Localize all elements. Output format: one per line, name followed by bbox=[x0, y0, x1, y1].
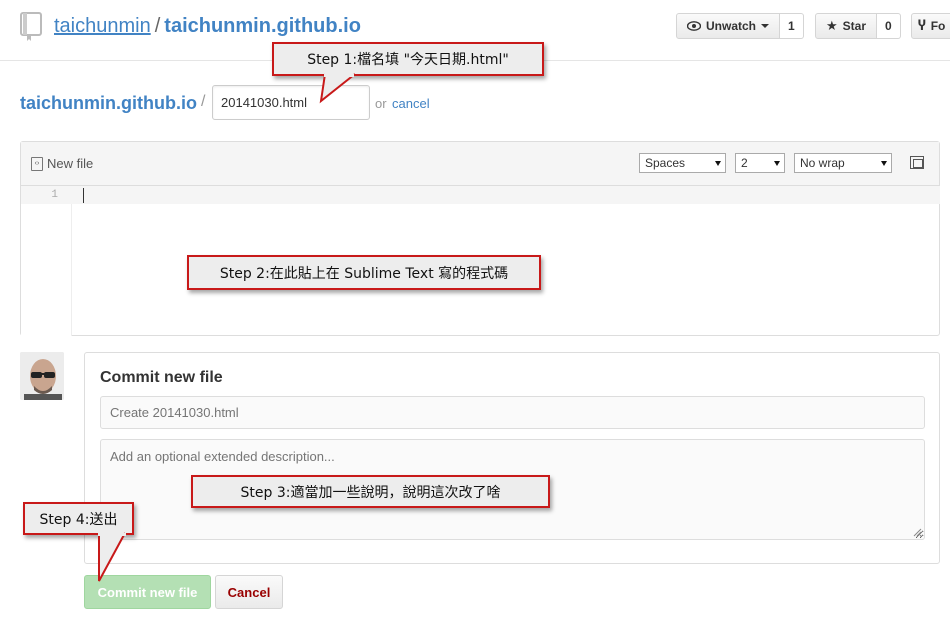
step1-callout-pointer bbox=[319, 73, 356, 104]
fullscreen-icon[interactable] bbox=[910, 156, 924, 169]
breadcrumb-separator: / bbox=[201, 93, 206, 110]
star-group: ★ Star 0 bbox=[815, 13, 901, 39]
unwatch-label: Unwatch bbox=[706, 19, 757, 33]
new-file-label: New file bbox=[47, 156, 94, 171]
step4-callout: Step 4:送出 bbox=[23, 502, 134, 535]
unwatch-button[interactable]: Unwatch bbox=[676, 13, 781, 39]
star-icon: ★ bbox=[826, 18, 838, 33]
editor-toolbar: ‹› New file Spaces 2 No wrap bbox=[21, 142, 939, 186]
commit-form: Commit new file bbox=[84, 352, 940, 564]
resize-grip-icon[interactable] bbox=[912, 527, 922, 537]
step4-callout-pointer bbox=[98, 532, 126, 582]
fork-group: Ⴤ Fo bbox=[911, 13, 950, 39]
commit-title: Commit new file bbox=[100, 369, 223, 386]
commit-summary-input[interactable] bbox=[100, 396, 925, 429]
line-gutter bbox=[21, 186, 72, 336]
indent-size-select[interactable]: 2 bbox=[735, 153, 785, 173]
dropdown-arrow-icon bbox=[774, 160, 780, 166]
indent-size-value: 2 bbox=[741, 156, 748, 170]
star-button[interactable]: ★ Star bbox=[815, 13, 877, 39]
watch-group: Unwatch 1 bbox=[676, 13, 804, 39]
file-code-icon: ‹› bbox=[31, 156, 43, 171]
line-number: 1 bbox=[21, 186, 72, 204]
avatar[interactable] bbox=[20, 352, 64, 400]
cancel-link[interactable]: cancel bbox=[392, 96, 430, 111]
breadcrumb-repo-link[interactable]: taichunmin.github.io bbox=[20, 93, 197, 114]
text-cursor bbox=[83, 188, 84, 203]
code-area[interactable] bbox=[72, 186, 940, 204]
fork-label: Fo bbox=[930, 19, 946, 33]
step3-callout: Step 3:適當加一些說明，說明這次改了啥 bbox=[191, 475, 550, 508]
star-label: Star bbox=[842, 19, 866, 33]
fork-icon: Ⴤ bbox=[918, 18, 926, 33]
step1-callout: Step 1:檔名填 "今天日期.html" bbox=[272, 42, 544, 76]
wrap-mode-select[interactable]: No wrap bbox=[794, 153, 892, 173]
code-editor: ‹› New file Spaces 2 No wrap 1 bbox=[20, 141, 940, 336]
fork-button[interactable]: Ⴤ Fo bbox=[911, 13, 950, 39]
or-text: or bbox=[375, 96, 387, 111]
repo-name-link[interactable]: taichunmin.github.io bbox=[164, 15, 361, 37]
watch-count[interactable]: 1 bbox=[780, 13, 804, 39]
dropdown-arrow-icon bbox=[715, 160, 721, 166]
repo-title: taichunmin / taichunmin.github.io bbox=[54, 15, 361, 38]
step2-callout: Step 2:在此貼上在 Sublime Text 寫的程式碼 bbox=[187, 255, 541, 290]
chevron-down-icon bbox=[761, 24, 770, 28]
repo-title-separator: / bbox=[154, 15, 161, 37]
repo-icon bbox=[20, 12, 42, 41]
wrap-mode-value: No wrap bbox=[800, 156, 845, 170]
dropdown-arrow-icon bbox=[881, 160, 887, 166]
star-count[interactable]: 0 bbox=[877, 13, 901, 39]
indent-mode-select[interactable]: Spaces bbox=[639, 153, 726, 173]
repo-owner-link[interactable]: taichunmin bbox=[54, 15, 151, 37]
eye-icon bbox=[687, 21, 701, 31]
indent-mode-value: Spaces bbox=[645, 156, 686, 170]
cancel-button[interactable]: Cancel bbox=[215, 575, 283, 609]
new-file-tab[interactable]: ‹› New file bbox=[31, 156, 93, 171]
